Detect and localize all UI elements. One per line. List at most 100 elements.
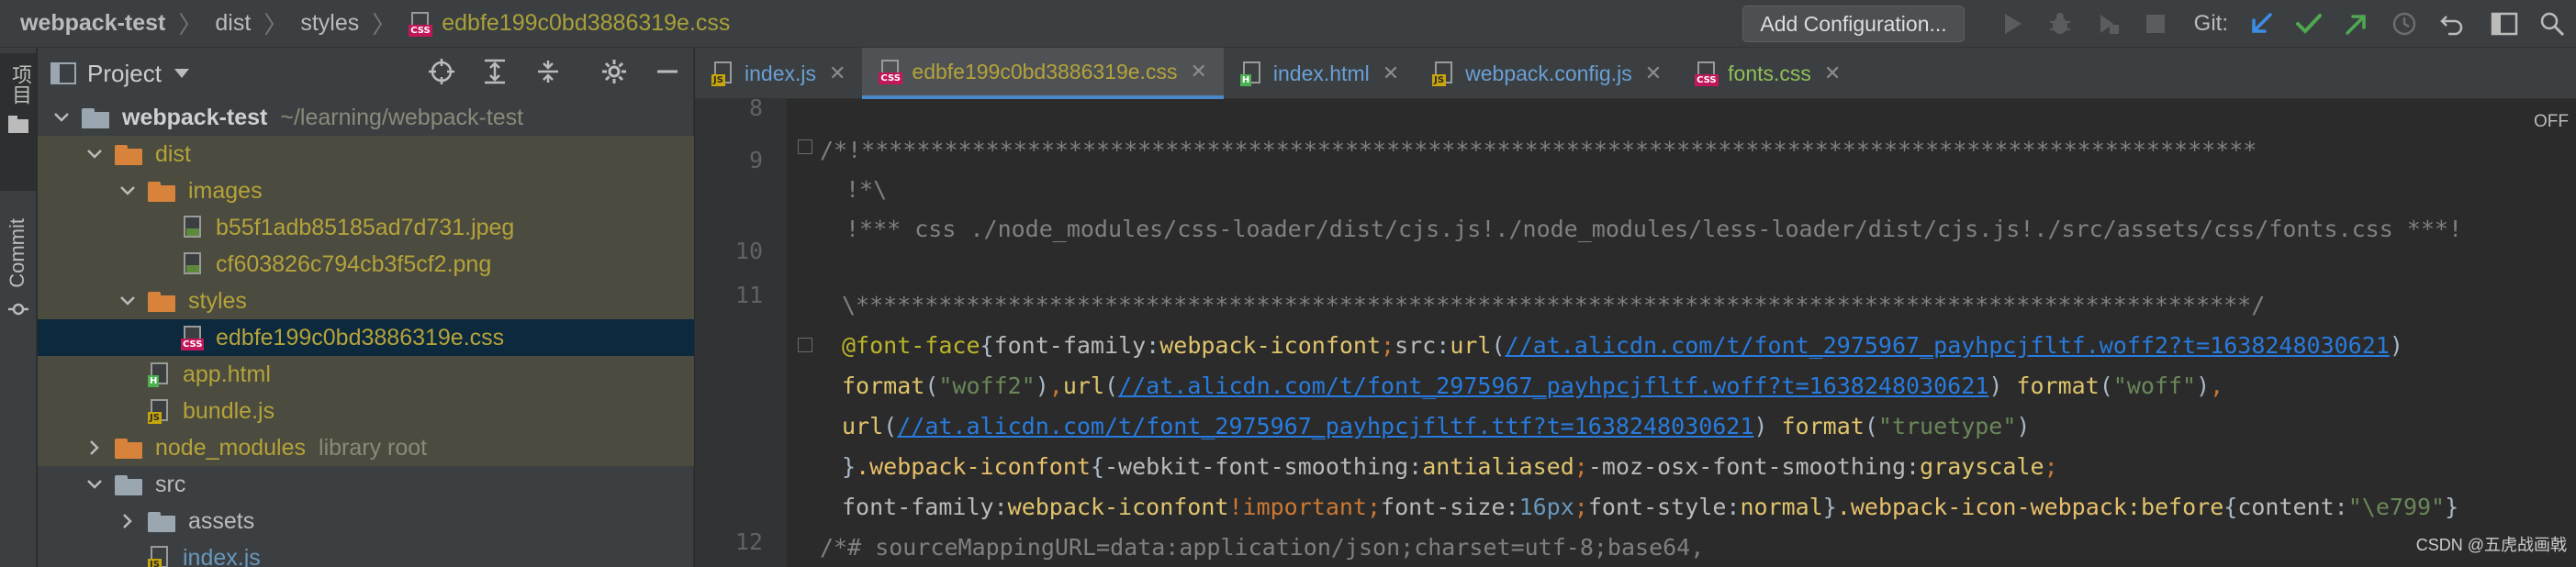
close-icon[interactable]: ✕ xyxy=(1824,61,1841,85)
code-line-font-face: @font-face{font-family:webpack-iconfont;… xyxy=(842,332,2403,359)
breadcrumb-separator: 〉 xyxy=(178,11,203,39)
close-icon[interactable]: ✕ xyxy=(1645,61,1662,85)
commit-tool-tab[interactable]: Commit xyxy=(0,211,37,330)
code-line-comment: \***************************************… xyxy=(842,292,2266,318)
project-tool-tab-label: 项目 xyxy=(9,64,32,105)
tab-index-html[interactable]: Hindex.html ✕ xyxy=(1224,48,1416,99)
tree-item-nm[interactable]: node_modules library root xyxy=(38,429,694,466)
rollback-icon[interactable] xyxy=(2438,10,2466,38)
html-file-icon: H xyxy=(1239,61,1266,86)
chevron-down-icon[interactable] xyxy=(117,290,139,312)
close-icon[interactable]: ✕ xyxy=(1383,61,1399,85)
tab-edbfe199c0bd3886319e-css[interactable]: CSS edbfe199c0bd3886319e.css ✕ xyxy=(862,48,1224,99)
search-icon[interactable] xyxy=(2538,10,2566,38)
tree-item-assets[interactable]: assets xyxy=(38,503,694,539)
css-file-icon: CSS xyxy=(1695,61,1720,86)
tab-index-js[interactable]: JS index.js ✕ xyxy=(695,48,862,99)
coverage-icon[interactable] xyxy=(2094,10,2122,38)
tree-item-styles[interactable]: styles xyxy=(38,283,694,319)
code-url-link[interactable]: //at.alicdn.com/t/font_2975967_payhpcjfl… xyxy=(1506,332,2390,359)
folder-icon xyxy=(148,180,177,202)
code-editor[interactable]: 8 9 10 11 12 /*!************************… xyxy=(695,94,2576,567)
commit-tool-tab-label: Commit xyxy=(6,218,28,288)
code-token: content xyxy=(2237,494,2335,520)
tree-item-root[interactable]: webpack-test ~/learning/webpack-test xyxy=(38,99,694,136)
chevron-right-icon[interactable] xyxy=(117,510,139,532)
code-token: normal xyxy=(1740,494,1823,520)
tree-item-jpeg[interactable]: b55f1adb85185ad7d731.jpeg xyxy=(38,209,694,246)
code-url-link[interactable]: //at.alicdn.com/t/font_2975967_payhpcjfl… xyxy=(897,413,1753,439)
add-configuration-button[interactable]: Add Configuration... xyxy=(1742,6,1965,42)
tree-item-label: app.html xyxy=(183,361,271,387)
tab-label: index.html xyxy=(1272,61,1370,85)
code-token: { xyxy=(980,332,994,359)
navigation-bar: webpack-test 〉 dist 〉 styles 〉 CSS edbfe… xyxy=(0,0,2576,48)
debug-icon[interactable] xyxy=(2046,10,2074,38)
tab-webpack-config-js[interactable]: JS webpack.config.js ✕ xyxy=(1416,48,1678,99)
code-token: font-family xyxy=(842,494,994,520)
collapse-all-icon[interactable] xyxy=(533,57,563,86)
run-icon[interactable] xyxy=(1999,10,2026,38)
close-icon[interactable]: ✕ xyxy=(829,61,846,85)
locate-icon[interactable] xyxy=(427,57,456,86)
tree-item-src[interactable]: src xyxy=(38,466,694,503)
stop-icon[interactable] xyxy=(2142,10,2169,38)
project-panel-title[interactable]: Project xyxy=(87,60,162,88)
inspection-off-label[interactable]: OFF xyxy=(2534,112,2569,132)
git-update-icon[interactable] xyxy=(2247,10,2275,38)
code-token: 16px xyxy=(1518,494,1574,520)
hide-icon[interactable] xyxy=(653,57,682,86)
folder-icon xyxy=(148,510,177,532)
fold-marker-icon[interactable] xyxy=(798,338,812,352)
code-url-link[interactable]: //at.alicdn.com/t/font_2975967_payhpcjfl… xyxy=(1118,372,1988,399)
chevron-down-icon[interactable] xyxy=(117,180,139,202)
breadcrumb-separator: 〉 xyxy=(263,11,288,39)
tree-item-bundle[interactable]: JS bundle.js xyxy=(38,393,694,429)
settings-icon[interactable] xyxy=(599,57,629,86)
css-file-icon: CSS xyxy=(879,59,904,84)
fold-marker-icon[interactable] xyxy=(798,139,812,154)
tree-item-label: node_modules xyxy=(155,434,307,461)
folder-icon xyxy=(8,116,28,133)
code-token: "woff2" xyxy=(938,372,1036,399)
folder-icon xyxy=(115,437,144,459)
tab-label: index.js xyxy=(745,61,816,85)
code-token: format xyxy=(1781,413,1865,439)
git-push-icon[interactable] xyxy=(2343,10,2370,38)
code-line-font-face: format("woff2"),url(//at.alicdn.com/t/fo… xyxy=(842,372,2224,399)
tree-item-png[interactable]: cf603826c794cb3f5cf2.png xyxy=(38,246,694,283)
chevron-down-icon[interactable] xyxy=(174,69,189,78)
layout-icon[interactable] xyxy=(2491,10,2518,38)
breadcrumb-file[interactable]: edbfe199c0bd3886319e.css xyxy=(442,10,730,37)
git-commit-icon[interactable] xyxy=(2295,10,2323,38)
close-icon[interactable]: ✕ xyxy=(1190,60,1206,83)
project-window-icon xyxy=(50,62,76,84)
line-number: 8 xyxy=(748,94,763,121)
tree-item-indexjs[interactable]: JS index.js xyxy=(38,539,694,567)
breadcrumb: webpack-test 〉 dist 〉 styles 〉 CSS edbfe… xyxy=(0,0,730,47)
chevron-down-icon[interactable] xyxy=(84,143,106,165)
tree-item-apphtml[interactable]: Happ.html xyxy=(38,356,694,393)
html-file-icon: H xyxy=(148,361,174,387)
image-file-icon xyxy=(181,251,207,277)
breadcrumb-project[interactable]: webpack-test xyxy=(20,10,165,37)
code-content: /*!*************************************… xyxy=(695,99,2462,567)
git-label: Git: xyxy=(2193,11,2228,36)
js-file-icon: JS xyxy=(1432,61,1458,86)
chevron-down-icon[interactable] xyxy=(50,106,73,128)
breadcrumb-styles[interactable]: styles xyxy=(300,10,359,37)
history-icon[interactable] xyxy=(2391,10,2418,38)
tree-item-dist[interactable]: dist xyxy=(38,136,694,172)
tree-item-label: bundle.js xyxy=(183,397,275,424)
breadcrumb-dist[interactable]: dist xyxy=(215,10,251,37)
chevron-down-icon[interactable] xyxy=(84,473,106,495)
project-tool-tab[interactable]: 项目 xyxy=(0,53,37,191)
tree-item-images[interactable]: images xyxy=(38,172,694,209)
tab-fonts-css[interactable]: CSS fonts.css ✕ xyxy=(1678,48,1857,99)
code-token: format xyxy=(842,372,925,399)
code-token: url xyxy=(1062,372,1105,399)
code-token: format xyxy=(2016,372,2100,399)
chevron-right-icon[interactable] xyxy=(84,437,106,459)
expand-all-icon[interactable] xyxy=(480,57,510,86)
tree-item-css[interactable]: CSS edbfe199c0bd3886319e.css xyxy=(38,319,694,356)
